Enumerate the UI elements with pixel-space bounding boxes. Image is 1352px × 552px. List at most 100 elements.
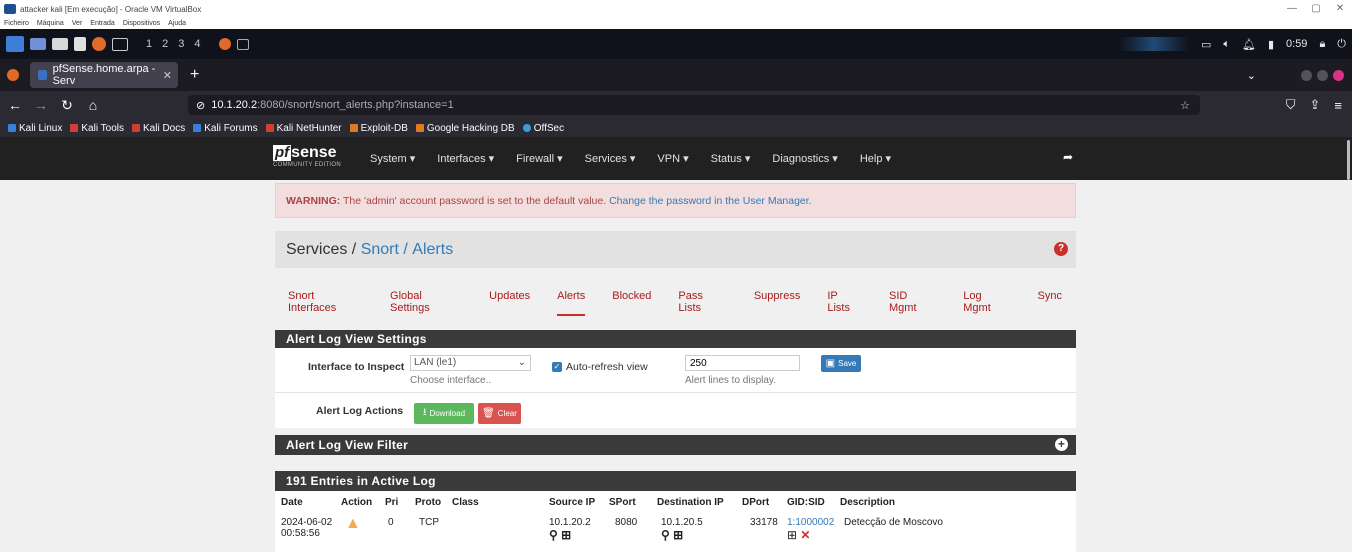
tab-alerts[interactable]: Alerts [557, 284, 586, 316]
vm-menu-devices[interactable]: Dispositivos [123, 20, 160, 27]
col-proto[interactable]: Proto [415, 493, 452, 511]
vm-menu-file[interactable]: Ficheiro [4, 20, 29, 27]
menu-system[interactable]: System ▾ [370, 152, 415, 165]
new-tab-button[interactable]: + [190, 66, 199, 84]
change-password-link[interactable]: Change the password in the User Manager. [609, 195, 812, 207]
vm-menu-help[interactable]: Ajuda [168, 20, 186, 27]
workspace-4[interactable]: 4 [194, 38, 200, 50]
lock-icon[interactable]: 🔒︎ [1319, 38, 1325, 51]
menu-help[interactable]: Help ▾ [860, 152, 891, 165]
col-dport[interactable]: DPort [742, 493, 787, 511]
workspace-2[interactable]: 2 [162, 38, 168, 50]
reload-icon[interactable]: ↻ [56, 97, 78, 114]
interface-select[interactable]: LAN (le1) ⌄ [410, 355, 531, 371]
tab-pass-lists[interactable]: Pass Lists [678, 284, 726, 316]
disable-rule-icon[interactable]: ✕ [800, 528, 810, 542]
autorefresh-checkbox[interactable]: ✓ [552, 362, 562, 372]
display-icon[interactable]: ▭ [1201, 38, 1211, 51]
forward-icon[interactable]: → [30, 97, 52, 113]
file-manager-icon[interactable] [52, 38, 68, 50]
gid-sid-link[interactable]: 1:1000002 [787, 517, 840, 528]
share-icon[interactable]: ⇪ [1310, 97, 1321, 113]
tab-sid-mgmt[interactable]: SID Mgmt [889, 284, 936, 316]
notification-icon[interactable]: 🔔︎ [1242, 38, 1256, 51]
firefox-icon[interactable] [92, 37, 106, 51]
col-sport[interactable]: SPort [609, 493, 657, 511]
col-class[interactable]: Class [452, 493, 549, 511]
workspace-3[interactable]: 3 [178, 38, 184, 50]
vm-menu-view[interactable]: Ver [72, 20, 83, 27]
save-button[interactable]: ▣ Save [821, 355, 861, 372]
help-icon[interactable]: ? [1054, 242, 1068, 256]
tab-sync[interactable]: Sync [1038, 284, 1062, 316]
list-tabs-icon[interactable]: ⌄ [1247, 69, 1256, 82]
tab-global-settings[interactable]: Global Settings [390, 284, 462, 316]
site-info-icon[interactable]: ⊘ [196, 99, 205, 112]
taskbar-terminal-icon[interactable] [236, 38, 249, 50]
vm-menu-input[interactable]: Entrada [90, 20, 115, 27]
source-add-suppress-icon[interactable]: ⊞ [561, 528, 571, 542]
col-date[interactable]: Date [281, 493, 341, 511]
workspace-1[interactable]: 1 [146, 38, 152, 50]
download-button[interactable]: ⭳ Download [414, 403, 474, 424]
clear-button[interactable]: 🗑︎ Clear [478, 403, 521, 424]
url-bar[interactable]: ⊘ 10.1.20.2:8080/snort/snort_alerts.php?… [188, 95, 1200, 115]
logout-icon[interactable]: ⏻ [1337, 38, 1346, 51]
logout-icon[interactable]: ➦ [1063, 150, 1073, 164]
menu-services[interactable]: Services ▾ [585, 152, 636, 165]
tab-ip-lists[interactable]: IP Lists [827, 284, 862, 316]
bookmark-kali-linux[interactable]: Kali Linux [8, 123, 62, 134]
bookmark-exploit-db[interactable]: Exploit-DB [349, 123, 408, 134]
menu-vpn[interactable]: VPN ▾ [657, 152, 688, 165]
back-icon[interactable]: ← [4, 97, 26, 113]
minimize-button[interactable]: — [1280, 0, 1304, 18]
close-tab-icon[interactable]: ✕ [163, 69, 172, 82]
pfsense-logo[interactable]: pf sense COMMUNITY EDITION [273, 144, 341, 168]
breadcrumb-snort[interactable]: Snort / [361, 241, 408, 259]
lines-input[interactable] [685, 355, 800, 371]
bookmark-kali-docs[interactable]: Kali Docs [131, 123, 185, 134]
home-icon[interactable]: ⌂ [82, 97, 104, 113]
bookmark-kali-forums[interactable]: Kali Forums [193, 123, 258, 134]
col-destination-ip[interactable]: Destination IP [657, 493, 742, 511]
clock[interactable]: 0:59 [1286, 38, 1307, 50]
col-action[interactable]: Action [341, 493, 385, 511]
menu-firewall[interactable]: Firewall ▾ [516, 152, 562, 165]
destination-lookup-icon[interactable]: ⚲ [661, 528, 670, 542]
destination-add-suppress-icon[interactable]: ⊞ [673, 528, 683, 542]
window-close-dot[interactable] [1333, 69, 1344, 81]
menu-status[interactable]: Status ▾ [711, 152, 751, 165]
filter-panel-header[interactable]: Alert Log View Filter + [275, 435, 1076, 455]
menu-diagnostics[interactable]: Diagnostics ▾ [772, 152, 837, 165]
browser-tab[interactable]: pfSense.home.arpa - Serv ✕ [30, 62, 178, 88]
close-button[interactable]: ✕ [1328, 0, 1352, 18]
terminal-icon[interactable] [112, 37, 128, 51]
show-desktop-icon[interactable] [30, 38, 46, 50]
bookmark-kali-nethunter[interactable]: Kali NetHunter [265, 123, 342, 134]
tab-snort-interfaces[interactable]: Snort Interfaces [288, 284, 363, 316]
menu-interfaces[interactable]: Interfaces ▾ [437, 152, 494, 165]
expand-plus-icon[interactable]: + [1055, 438, 1068, 451]
app-menu-icon[interactable]: ≡ [1334, 98, 1342, 113]
col-description[interactable]: Description [840, 493, 970, 511]
col-pri[interactable]: Pri [385, 493, 415, 511]
volume-icon[interactable]: 🔈︎ [1223, 38, 1230, 51]
page-scrollbar[interactable] [1347, 140, 1350, 180]
battery-icon[interactable]: ▮ [1268, 38, 1274, 51]
bookmark-star-icon[interactable]: ☆ [1180, 99, 1190, 112]
vm-menu-machine[interactable]: Máquina [37, 20, 64, 27]
pocket-icon[interactable]: ⛉ [1286, 97, 1296, 113]
bookmark-google-hacking-db[interactable]: Google Hacking DB [415, 123, 515, 134]
tab-suppress[interactable]: Suppress [754, 284, 800, 316]
col-source-ip[interactable]: Source IP [549, 493, 609, 511]
tab-log-mgmt[interactable]: Log Mgmt [963, 284, 1010, 316]
bookmark-kali-tools[interactable]: Kali Tools [70, 123, 124, 134]
window-minimize-dot[interactable] [1301, 69, 1312, 81]
maximize-button[interactable]: ▢ [1304, 0, 1328, 18]
col-gid-sid[interactable]: GID:SID [787, 493, 840, 511]
source-lookup-icon[interactable]: ⚲ [549, 528, 558, 542]
bookmark-offsec[interactable]: OffSec [522, 123, 564, 134]
tab-blocked[interactable]: Blocked [612, 284, 651, 316]
tab-updates[interactable]: Updates [489, 284, 530, 316]
text-editor-icon[interactable] [74, 37, 86, 51]
